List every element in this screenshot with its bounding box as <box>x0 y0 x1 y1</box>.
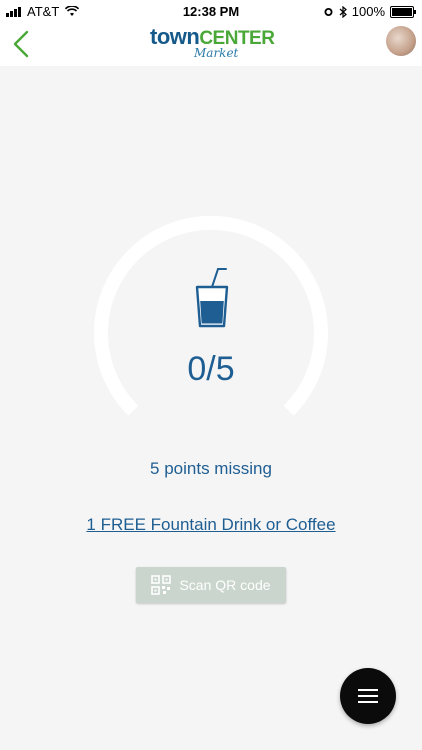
points-missing: 5 points missing <box>150 459 272 478</box>
chevron-left-icon <box>13 30 29 58</box>
points-score: 0/5 <box>187 350 235 388</box>
battery-label: 100% <box>351 4 385 19</box>
status-bar: AT&T 12:38 PM 100% <box>0 0 422 22</box>
back-button[interactable] <box>6 28 36 60</box>
app-header: townCENTER Market <box>0 22 422 66</box>
qr-code-icon <box>151 575 172 595</box>
menu-icon <box>358 689 378 703</box>
logo: townCENTER Market <box>150 24 275 64</box>
battery-icon <box>390 5 416 18</box>
menu-fab[interactable] <box>340 668 396 724</box>
bluetooth-icon <box>339 5 347 18</box>
logo-word-market: Market <box>194 46 239 60</box>
reward-link[interactable]: 1 FREE Fountain Drink or Coffee <box>0 515 422 535</box>
drink-cup-icon <box>195 268 229 328</box>
alarm-icon <box>324 8 333 16</box>
logo-word-town: town <box>150 24 200 49</box>
scan-qr-button[interactable]: Scan QR code <box>136 567 286 603</box>
scan-qr-label: Scan QR code <box>179 577 271 593</box>
avatar[interactable] <box>386 26 416 56</box>
